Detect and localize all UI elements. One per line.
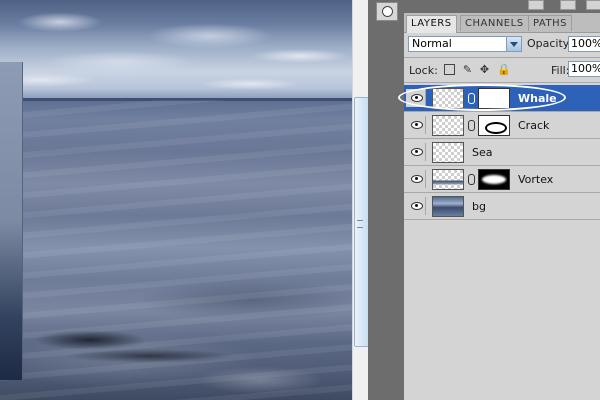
chevron-down-icon[interactable] [506, 37, 521, 51]
fill-label: Fill: [551, 64, 570, 77]
lock-all-icon[interactable]: 🔒 [497, 64, 511, 75]
document-canvas[interactable] [0, 0, 352, 400]
layer-name: bg [472, 200, 486, 213]
layer-name: Crack [518, 119, 550, 132]
layer-mask-thumbnail[interactable] [478, 115, 510, 136]
lock-paint-icon[interactable]: ✎ [462, 64, 473, 75]
layer-row-bg[interactable]: bg [404, 193, 600, 220]
lock-move-icon[interactable]: ✥ [479, 64, 490, 75]
sky-clouds [0, 0, 352, 100]
tab-channels[interactable]: CHANNELS [460, 15, 529, 31]
layer-name: Vortex [518, 173, 554, 186]
divider [404, 82, 600, 83]
panel-tabs: LAYERS CHANNELS PATHS [404, 13, 600, 33]
visibility-eye-icon[interactable] [406, 143, 426, 161]
panel-top-bar [404, 0, 600, 13]
workspace-divider [368, 0, 404, 400]
camera-icon[interactable] [560, 0, 576, 10]
visibility-eye-icon[interactable] [406, 197, 426, 215]
panel-mini-icon[interactable] [528, 0, 544, 10]
tab-paths[interactable]: PATHS [528, 15, 572, 31]
link-chain-icon[interactable] [468, 174, 475, 185]
canvas-vertical-scrollbar[interactable] [352, 0, 369, 400]
fill-field[interactable]: 100% [568, 61, 600, 77]
overlay-panel [0, 62, 23, 380]
divider [404, 57, 600, 58]
layer-row-sea[interactable]: Sea [404, 139, 600, 166]
layer-row-crack[interactable]: Crack [404, 112, 600, 139]
layers-panel: LAYERS CHANNELS PATHS Normal Opacity: 10… [404, 0, 600, 400]
annotation-ellipse [398, 84, 566, 111]
layer-mask-thumbnail[interactable] [478, 169, 510, 190]
blend-mode-select[interactable]: Normal [408, 36, 522, 52]
blend-mode-value: Normal [412, 37, 452, 50]
lock-transparent-icon[interactable] [444, 64, 455, 75]
layer-name: Sea [472, 146, 493, 159]
layer-thumbnail [432, 196, 464, 217]
panel-mini-icon[interactable] [586, 0, 600, 10]
lock-label: Lock: [409, 64, 438, 77]
layer-thumbnail [432, 169, 464, 190]
visibility-eye-icon[interactable] [406, 170, 426, 188]
link-chain-icon[interactable] [468, 120, 475, 131]
layer-thumbnail [432, 142, 464, 163]
visibility-eye-icon[interactable] [406, 116, 426, 134]
quick-mask-icon[interactable] [376, 2, 398, 21]
opacity-field[interactable]: 100% [568, 36, 600, 52]
tab-layers[interactable]: LAYERS [406, 15, 457, 33]
layer-row-vortex[interactable]: Vortex [404, 166, 600, 193]
scrollbar-grip-icon [357, 220, 363, 228]
layer-thumbnail [432, 115, 464, 136]
blend-row: Normal Opacity: 100% [404, 33, 600, 57]
foreground-rocks [0, 300, 352, 400]
opacity-label: Opacity: [527, 37, 573, 50]
